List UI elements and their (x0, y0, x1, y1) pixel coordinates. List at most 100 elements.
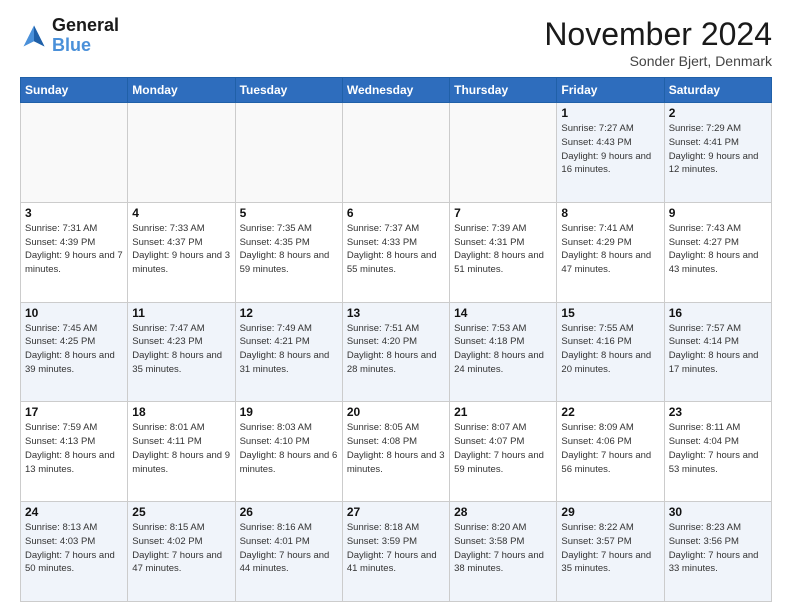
day-info: Sunrise: 7:41 AM Sunset: 4:29 PM Dayligh… (561, 222, 659, 277)
day-number: 29 (561, 505, 659, 519)
day-info: Sunrise: 7:47 AM Sunset: 4:23 PM Dayligh… (132, 322, 230, 377)
calendar-cell: 11 Sunrise: 7:47 AM Sunset: 4:23 PM Dayli… (128, 302, 235, 402)
day-info: Sunrise: 7:43 AM Sunset: 4:27 PM Dayligh… (669, 222, 767, 277)
day-info: Sunrise: 7:53 AM Sunset: 4:18 PM Dayligh… (454, 322, 552, 377)
calendar-cell (235, 103, 342, 203)
calendar-cell: 4 Sunrise: 7:33 AM Sunset: 4:37 PM Daylig… (128, 202, 235, 302)
day-info: Sunrise: 7:31 AM Sunset: 4:39 PM Dayligh… (25, 222, 123, 277)
week-row-4: 24Sunrise: 8:13 AM Sunset: 4:03 PM Dayli… (21, 502, 772, 602)
calendar-cell (450, 103, 557, 203)
day-number: 18 (132, 405, 230, 419)
day-number: 20 (347, 405, 445, 419)
calendar-header-row: Sunday Monday Tuesday Wednesday Thursday… (21, 78, 772, 103)
day-info: Sunrise: 8:15 AM Sunset: 4:02 PM Dayligh… (132, 521, 230, 576)
calendar-cell: 21Sunrise: 8:07 AM Sunset: 4:07 PM Dayli… (450, 402, 557, 502)
calendar-cell: 17 Sunrise: 7:59 AM Sunset: 4:13 PM Dayli… (21, 402, 128, 502)
calendar-cell: 28Sunrise: 8:20 AM Sunset: 3:58 PM Dayli… (450, 502, 557, 602)
logo-text-general: General (52, 16, 119, 36)
calendar-table: Sunday Monday Tuesday Wednesday Thursday… (20, 77, 772, 602)
day-info: Sunrise: 8:23 AM Sunset: 3:56 PM Dayligh… (669, 521, 767, 576)
day-info: Sunrise: 8:01 AM Sunset: 4:11 PM Dayligh… (132, 421, 230, 476)
day-number: 28 (454, 505, 552, 519)
day-number: 22 (561, 405, 659, 419)
calendar-cell (128, 103, 235, 203)
calendar-cell: 2Sunrise: 7:29 AM Sunset: 4:41 PM Daylig… (664, 103, 771, 203)
calendar-cell: 1 Sunrise: 7:27 AM Sunset: 4:43 PM Daylig… (557, 103, 664, 203)
day-info: Sunrise: 8:05 AM Sunset: 4:08 PM Dayligh… (347, 421, 445, 476)
day-info: Sunrise: 7:59 AM Sunset: 4:13 PM Dayligh… (25, 421, 123, 476)
day-info: Sunrise: 7:35 AM Sunset: 4:35 PM Dayligh… (240, 222, 338, 277)
day-number: 11 (132, 306, 230, 320)
day-number: 17 (25, 405, 123, 419)
calendar-cell: 18 Sunrise: 8:01 AM Sunset: 4:11 PM Dayli… (128, 402, 235, 502)
day-number: 23 (669, 405, 767, 419)
day-info: Sunrise: 8:03 AM Sunset: 4:10 PM Dayligh… (240, 421, 338, 476)
calendar-cell: 30 Sunrise: 8:23 AM Sunset: 3:56 PM Dayli… (664, 502, 771, 602)
day-info: Sunrise: 8:09 AM Sunset: 4:06 PM Dayligh… (561, 421, 659, 476)
week-row-1: 3 Sunrise: 7:31 AM Sunset: 4:39 PM Daylig… (21, 202, 772, 302)
day-info: Sunrise: 7:51 AM Sunset: 4:20 PM Dayligh… (347, 322, 445, 377)
calendar-cell: 7 Sunrise: 7:39 AM Sunset: 4:31 PM Daylig… (450, 202, 557, 302)
day-number: 26 (240, 505, 338, 519)
subtitle: Sonder Bjert, Denmark (544, 53, 772, 69)
calendar-cell: 12Sunrise: 7:49 AM Sunset: 4:21 PM Dayli… (235, 302, 342, 402)
col-thursday: Thursday (450, 78, 557, 103)
day-number: 5 (240, 206, 338, 220)
day-info: Sunrise: 7:55 AM Sunset: 4:16 PM Dayligh… (561, 322, 659, 377)
day-number: 15 (561, 306, 659, 320)
calendar-cell: 3 Sunrise: 7:31 AM Sunset: 4:39 PM Daylig… (21, 202, 128, 302)
calendar-cell: 20 Sunrise: 8:05 AM Sunset: 4:08 PM Dayli… (342, 402, 449, 502)
page: General Blue November 2024 Sonder Bjert,… (0, 0, 792, 612)
col-sunday: Sunday (21, 78, 128, 103)
calendar-cell: 5 Sunrise: 7:35 AM Sunset: 4:35 PM Daylig… (235, 202, 342, 302)
calendar-cell: 14 Sunrise: 7:53 AM Sunset: 4:18 PM Dayli… (450, 302, 557, 402)
day-info: Sunrise: 7:33 AM Sunset: 4:37 PM Dayligh… (132, 222, 230, 277)
day-number: 12 (240, 306, 338, 320)
logo: General Blue (20, 16, 119, 56)
calendar-cell (342, 103, 449, 203)
day-info: Sunrise: 7:45 AM Sunset: 4:25 PM Dayligh… (25, 322, 123, 377)
day-number: 9 (669, 206, 767, 220)
col-wednesday: Wednesday (342, 78, 449, 103)
calendar-cell: 15 Sunrise: 7:55 AM Sunset: 4:16 PM Dayli… (557, 302, 664, 402)
day-number: 14 (454, 306, 552, 320)
day-number: 21 (454, 405, 552, 419)
week-row-0: 1 Sunrise: 7:27 AM Sunset: 4:43 PM Daylig… (21, 103, 772, 203)
calendar-cell: 27 Sunrise: 8:18 AM Sunset: 3:59 PM Dayli… (342, 502, 449, 602)
col-friday: Friday (557, 78, 664, 103)
calendar-cell: 25Sunrise: 8:15 AM Sunset: 4:02 PM Dayli… (128, 502, 235, 602)
day-number: 30 (669, 505, 767, 519)
calendar-cell: 22 Sunrise: 8:09 AM Sunset: 4:06 PM Dayli… (557, 402, 664, 502)
logo-icon (20, 22, 48, 50)
calendar-cell: 23 Sunrise: 8:11 AM Sunset: 4:04 PM Dayli… (664, 402, 771, 502)
calendar-cell: 16Sunrise: 7:57 AM Sunset: 4:14 PM Dayli… (664, 302, 771, 402)
calendar-cell: 8 Sunrise: 7:41 AM Sunset: 4:29 PM Daylig… (557, 202, 664, 302)
day-info: Sunrise: 7:39 AM Sunset: 4:31 PM Dayligh… (454, 222, 552, 277)
header: General Blue November 2024 Sonder Bjert,… (20, 16, 772, 69)
day-number: 1 (561, 106, 659, 120)
calendar-cell: 6Sunrise: 7:37 AM Sunset: 4:33 PM Daylig… (342, 202, 449, 302)
week-row-2: 10 Sunrise: 7:45 AM Sunset: 4:25 PM Dayli… (21, 302, 772, 402)
col-monday: Monday (128, 78, 235, 103)
day-number: 2 (669, 106, 767, 120)
day-number: 4 (132, 206, 230, 220)
day-number: 27 (347, 505, 445, 519)
day-info: Sunrise: 8:11 AM Sunset: 4:04 PM Dayligh… (669, 421, 767, 476)
day-number: 8 (561, 206, 659, 220)
day-number: 10 (25, 306, 123, 320)
day-number: 19 (240, 405, 338, 419)
calendar-cell: 29 Sunrise: 8:22 AM Sunset: 3:57 PM Dayli… (557, 502, 664, 602)
calendar-cell (21, 103, 128, 203)
calendar-cell: 26Sunrise: 8:16 AM Sunset: 4:01 PM Dayli… (235, 502, 342, 602)
day-info: Sunrise: 8:18 AM Sunset: 3:59 PM Dayligh… (347, 521, 445, 576)
logo-text-blue: Blue (52, 36, 119, 56)
day-info: Sunrise: 7:37 AM Sunset: 4:33 PM Dayligh… (347, 222, 445, 277)
day-info: Sunrise: 7:27 AM Sunset: 4:43 PM Dayligh… (561, 122, 659, 177)
day-number: 7 (454, 206, 552, 220)
day-number: 3 (25, 206, 123, 220)
calendar-cell: 10 Sunrise: 7:45 AM Sunset: 4:25 PM Dayli… (21, 302, 128, 402)
main-title: November 2024 (544, 16, 772, 53)
calendar-cell: 24Sunrise: 8:13 AM Sunset: 4:03 PM Dayli… (21, 502, 128, 602)
day-info: Sunrise: 8:22 AM Sunset: 3:57 PM Dayligh… (561, 521, 659, 576)
day-number: 16 (669, 306, 767, 320)
